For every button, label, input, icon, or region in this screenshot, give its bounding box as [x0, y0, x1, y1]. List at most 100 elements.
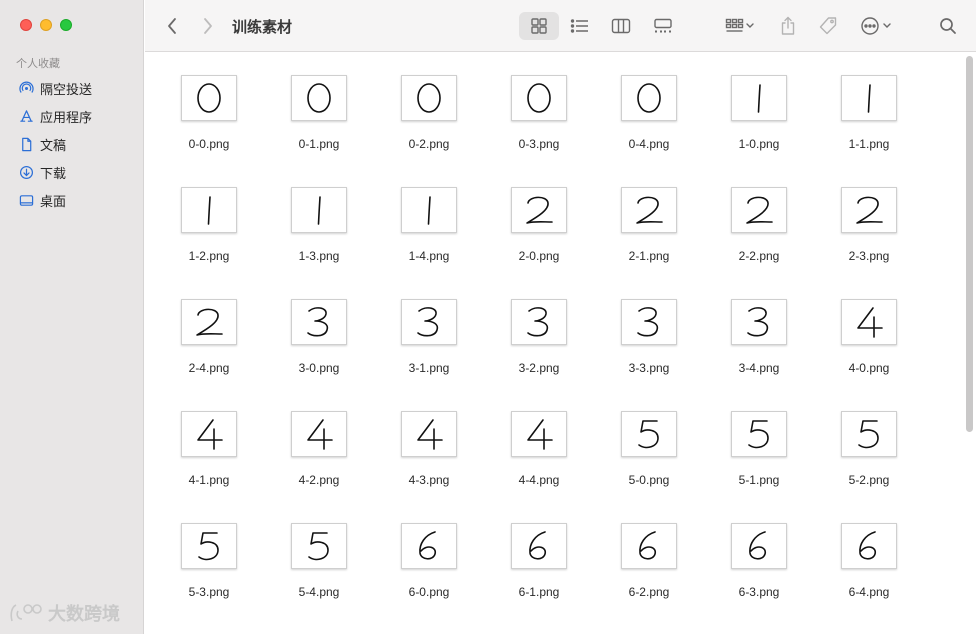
- file-item[interactable]: 5-0.png: [594, 407, 704, 519]
- file-name: 1-1.png: [848, 137, 890, 151]
- file-name: 0-4.png: [628, 137, 670, 151]
- file-item[interactable]: 0-3.png: [484, 71, 594, 183]
- vertical-scrollbar[interactable]: [966, 56, 973, 432]
- digit-2-image: [196, 308, 223, 336]
- file-item[interactable]: 6-2.png: [594, 519, 704, 631]
- ellipsis-circle-icon: [861, 17, 891, 35]
- file-item[interactable]: 2-3.png: [814, 183, 924, 295]
- file-name: 1-4.png: [408, 249, 450, 263]
- sidebar-item-label: 桌面: [40, 193, 67, 209]
- watermark-logo-icon: [10, 604, 42, 622]
- sidebar-item-applications[interactable]: 应用程序: [10, 102, 138, 130]
- file-item[interactable]: 4-1.png: [154, 407, 264, 519]
- file-thumbnail: [291, 411, 347, 457]
- tag-button[interactable]: [815, 12, 841, 40]
- download-icon: [18, 164, 34, 180]
- file-thumbnail: [401, 299, 457, 345]
- file-item[interactable]: 3-4.png: [704, 295, 814, 407]
- file-item[interactable]: 0-2.png: [374, 71, 484, 183]
- file-thumbnail: [621, 187, 677, 233]
- file-item[interactable]: 5-4.png: [264, 519, 374, 631]
- digit-6-image: [859, 531, 877, 560]
- file-thumbnail: [731, 187, 787, 233]
- file-item[interactable]: 6-0.png: [374, 519, 484, 631]
- digit-1-image: [757, 84, 761, 113]
- file-item[interactable]: 2-2.png: [704, 183, 814, 295]
- forward-button[interactable]: [195, 12, 221, 40]
- file-item[interactable]: 4-4.png: [484, 407, 594, 519]
- gallery-view-button[interactable]: [648, 12, 678, 40]
- share-icon: [781, 16, 795, 35]
- file-item[interactable]: 1-1.png: [814, 71, 924, 183]
- search-icon: [940, 18, 956, 34]
- icon-view-button[interactable]: [519, 12, 559, 40]
- file-item[interactable]: 2-1.png: [594, 183, 704, 295]
- file-item[interactable]: 0-0.png: [154, 71, 264, 183]
- digit-2-image: [526, 196, 553, 224]
- file-name: 3-3.png: [628, 361, 670, 375]
- zoom-button[interactable]: [60, 19, 72, 31]
- digit-1-image: [207, 196, 211, 225]
- applications-icon: [18, 108, 34, 124]
- minimize-button[interactable]: [40, 19, 52, 31]
- group-button[interactable]: [720, 12, 760, 40]
- digit-4-image: [417, 419, 443, 450]
- file-name: 5-4.png: [298, 585, 340, 599]
- file-thumbnail: [621, 75, 677, 121]
- file-thumbnail: [511, 523, 567, 569]
- digit-2-image: [746, 196, 773, 224]
- chevron-left-icon: [168, 18, 176, 34]
- file-item[interactable]: 5-2.png: [814, 407, 924, 519]
- back-button[interactable]: [159, 12, 185, 40]
- file-item[interactable]: 1-3.png: [264, 183, 374, 295]
- file-item[interactable]: 1-0.png: [704, 71, 814, 183]
- file-item[interactable]: 6-4.png: [814, 519, 924, 631]
- file-name: 3-2.png: [518, 361, 560, 375]
- close-button[interactable]: [20, 19, 32, 31]
- tag-icon: [819, 17, 837, 35]
- file-item[interactable]: 6-3.png: [704, 519, 814, 631]
- window-controls: [20, 19, 72, 31]
- search-button[interactable]: [935, 12, 961, 40]
- file-item[interactable]: 4-0.png: [814, 295, 924, 407]
- file-thumbnail: [291, 523, 347, 569]
- sidebar-item-documents[interactable]: 文稿: [10, 130, 138, 158]
- airdrop-icon: [18, 80, 34, 96]
- digit-5-image: [748, 420, 769, 449]
- file-item[interactable]: 2-4.png: [154, 295, 264, 407]
- file-item[interactable]: 3-2.png: [484, 295, 594, 407]
- digit-1-image: [867, 84, 871, 113]
- file-item[interactable]: 3-0.png: [264, 295, 374, 407]
- file-item[interactable]: 3-1.png: [374, 295, 484, 407]
- digit-2-image: [636, 196, 663, 224]
- file-name: 2-3.png: [848, 249, 890, 263]
- file-item[interactable]: 0-1.png: [264, 71, 374, 183]
- finder-window: 个人收藏 隔空投送 应用程序 文稿 下载 桌面 训练素材 0-0.png 0-1…: [0, 0, 976, 634]
- watermark-text: 大数跨境: [48, 604, 120, 624]
- file-item[interactable]: 0-4.png: [594, 71, 704, 183]
- column-view-button[interactable]: [606, 12, 636, 40]
- file-item[interactable]: 3-3.png: [594, 295, 704, 407]
- toolbar: 训练素材: [145, 0, 976, 52]
- file-item[interactable]: 4-2.png: [264, 407, 374, 519]
- group-icon: [725, 18, 754, 32]
- file-item[interactable]: 5-1.png: [704, 407, 814, 519]
- file-item[interactable]: 1-4.png: [374, 183, 484, 295]
- file-item[interactable]: 2-0.png: [484, 183, 594, 295]
- file-grid: 0-0.png 0-1.png 0-2.png 0-3.png 0-4.png 1-0.p…: [154, 71, 924, 631]
- file-name: 5-3.png: [188, 585, 230, 599]
- file-item[interactable]: 1-2.png: [154, 183, 264, 295]
- sidebar-item-airdrop[interactable]: 隔空投送: [10, 74, 138, 102]
- file-name: 2-1.png: [628, 249, 670, 263]
- list-view-button[interactable]: [565, 12, 595, 40]
- digit-6-image: [529, 531, 547, 560]
- sidebar-item-desktop[interactable]: 桌面: [10, 186, 138, 214]
- share-button[interactable]: [775, 12, 801, 40]
- sidebar-section-favorites: 个人收藏: [16, 58, 60, 70]
- sidebar-item-downloads[interactable]: 下载: [10, 158, 138, 186]
- file-name: 5-1.png: [738, 473, 780, 487]
- file-item[interactable]: 5-3.png: [154, 519, 264, 631]
- file-item[interactable]: 6-1.png: [484, 519, 594, 631]
- more-actions-button[interactable]: [857, 12, 897, 40]
- file-item[interactable]: 4-3.png: [374, 407, 484, 519]
